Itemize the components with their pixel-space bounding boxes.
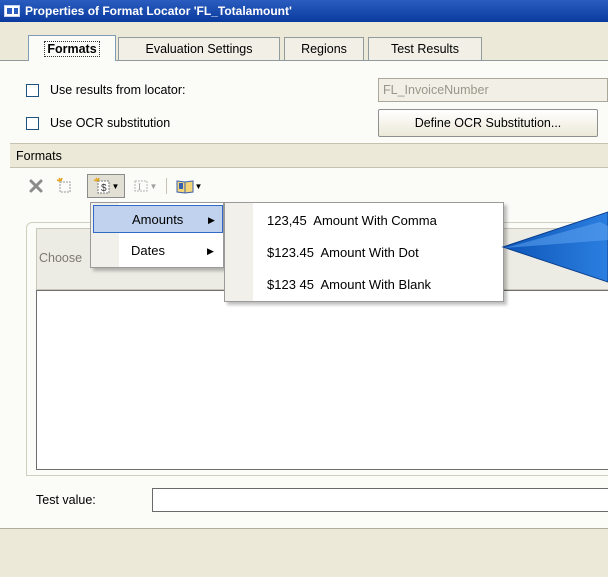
formats-section-header: Formats xyxy=(10,143,608,168)
bottom-separator xyxy=(0,528,608,529)
svg-text:$: $ xyxy=(101,183,107,194)
test-value-input[interactable] xyxy=(152,488,608,512)
locator-select[interactable]: FL_InvoiceNumber xyxy=(378,78,608,102)
toolbar-separator xyxy=(166,178,167,194)
window-title: Properties of Format Locator 'FL_Totalam… xyxy=(25,4,292,18)
tab-regions[interactable]: Regions xyxy=(284,37,364,60)
insert-format-icon[interactable]: $ ▼ xyxy=(87,174,125,198)
test-value-label: Test value: xyxy=(36,493,96,507)
delete-icon[interactable] xyxy=(26,174,46,198)
menu-item-dates[interactable]: Dates ▶ xyxy=(93,237,223,265)
new-format-icon[interactable] xyxy=(54,174,76,198)
title-bar[interactable]: Properties of Format Locator 'FL_Totalam… xyxy=(0,0,608,22)
chevron-down-icon: ▼ xyxy=(194,181,203,191)
tab-strip: Formats Evaluation Settings Regions Test… xyxy=(0,22,608,66)
formats-toolbar: $ ▼ I ▼ ▼ xyxy=(10,170,608,202)
svg-text:I: I xyxy=(138,182,141,192)
tab-evaluation-settings[interactable]: Evaluation Settings xyxy=(118,37,280,60)
chevron-right-icon: ▶ xyxy=(208,215,215,225)
menu-item-amount-with-comma[interactable]: 123,45 Amount With Comma xyxy=(227,207,503,235)
book-icon[interactable]: ▼ xyxy=(172,174,206,198)
formats-grid[interactable] xyxy=(36,290,608,470)
menu-item-amount-with-dot[interactable]: $123.45 Amount With Dot xyxy=(227,239,503,267)
amounts-submenu: 123,45 Amount With Comma $123.45 Amount … xyxy=(224,202,504,302)
use-results-checkbox[interactable] xyxy=(26,84,39,97)
use-ocr-checkbox[interactable] xyxy=(26,117,39,130)
chevron-down-icon: ▼ xyxy=(111,181,120,191)
grid-header-text: Choose xyxy=(39,251,83,265)
app-window-icon xyxy=(4,5,20,17)
tab-test-results[interactable]: Test Results xyxy=(368,37,482,60)
use-results-label: Use results from locator: xyxy=(50,83,186,97)
use-ocr-label: Use OCR substitution xyxy=(50,116,171,130)
insert-field-icon[interactable]: I ▼ xyxy=(129,174,161,198)
chevron-down-icon: ▼ xyxy=(149,181,158,191)
insert-format-menu: Amounts ▶ Dates ▶ xyxy=(90,202,224,268)
define-ocr-substitution-button[interactable]: Define OCR Substitution... xyxy=(378,109,598,137)
menu-item-amounts[interactable]: Amounts ▶ xyxy=(93,205,223,233)
menu-item-amount-with-blank[interactable]: $123 45 Amount With Blank xyxy=(227,271,503,299)
chevron-right-icon: ▶ xyxy=(207,246,214,256)
tab-formats[interactable]: Formats xyxy=(28,35,116,61)
